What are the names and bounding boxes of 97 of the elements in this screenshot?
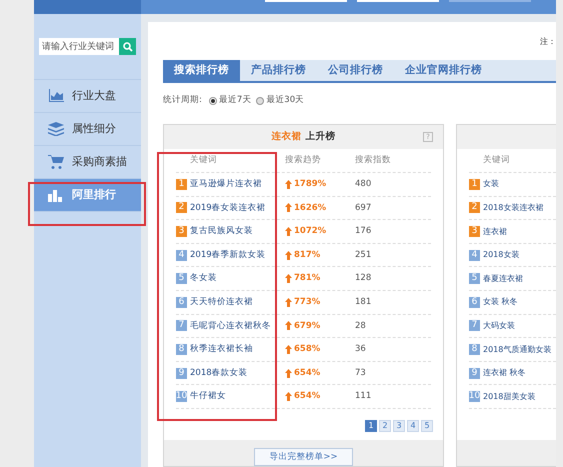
index-value: 697: [355, 202, 372, 214]
index-value: 73: [355, 366, 366, 380]
tab[interactable]: 搜索排行榜: [163, 60, 240, 82]
trend-value: 679%: [294, 320, 320, 332]
index-value: 480: [355, 178, 372, 191]
up-arrow-icon: [285, 203, 292, 212]
search-icon: [122, 42, 132, 52]
rank-badge: 6: [176, 296, 187, 308]
tab[interactable]: 公司排行榜: [317, 60, 394, 82]
rank-badge: 1: [469, 178, 480, 190]
trend-value: 1072%: [294, 225, 326, 238]
rank-badge: 8: [176, 344, 187, 356]
rank-badge: 10: [176, 391, 187, 402]
trend-value: 773%: [294, 296, 320, 309]
chart-icon: [48, 89, 64, 104]
trend-value: 781%: [294, 272, 320, 286]
column-header: 搜索趋势: [285, 154, 322, 167]
up-arrow-icon: [285, 345, 292, 354]
keyword-link[interactable]: 复古民族风女装: [190, 225, 253, 238]
index-value: 128: [355, 272, 372, 286]
up-arrow-icon: [285, 392, 292, 402]
keyword-link[interactable]: 连衣裙 秋冬: [483, 367, 526, 380]
up-arrow-icon: [285, 298, 292, 307]
keyword-link[interactable]: 2018女装: [483, 249, 520, 262]
rank-badge: 9: [176, 368, 187, 379]
trend-value: 658%: [294, 343, 320, 356]
layers-icon: [48, 122, 64, 136]
rank-badge: 4: [176, 250, 187, 261]
page-button[interactable]: 5: [421, 420, 433, 432]
rank-badge: 2: [469, 202, 480, 214]
up-arrow-icon: [285, 368, 292, 378]
up-arrow-icon: [285, 180, 292, 189]
trend-value: 654%: [294, 366, 320, 380]
rank-badge: 7: [176, 320, 187, 332]
keyword-link[interactable]: 连衣裙: [483, 226, 507, 238]
keyword-link[interactable]: 秋季连衣裙长袖: [190, 343, 253, 356]
keyword-link[interactable]: 2018甜美女装: [483, 390, 536, 403]
keyword-link[interactable]: 女装: [483, 178, 499, 190]
card-category: 连衣裙: [272, 130, 302, 144]
keyword-link[interactable]: 春夏连衣裙: [483, 272, 523, 285]
bar-chart-icon: [48, 188, 64, 202]
rank-badge: 4: [469, 250, 480, 261]
rank-badge: 10: [469, 391, 480, 402]
rank-badge: 1: [176, 178, 187, 190]
page-button[interactable]: 2: [379, 420, 391, 432]
up-arrow-icon: [285, 227, 292, 236]
rank-badge: 9: [469, 368, 480, 379]
column-header: 关键词: [482, 154, 510, 167]
index-value: 181: [355, 296, 372, 309]
trend-value: 817%: [294, 248, 320, 262]
keyword-link[interactable]: 2018气质通勤女装: [483, 344, 552, 356]
keyword-link[interactable]: 毛呢背心连衣裙秋冬: [190, 320, 271, 332]
index-value: 111: [355, 390, 372, 404]
tab[interactable]: 企业官网排行榜: [394, 60, 493, 82]
up-arrow-icon: [285, 321, 292, 330]
keyword-link[interactable]: 2018女装连衣裙: [483, 202, 544, 214]
export-button[interactable]: 导出完整榜单>>: [254, 448, 353, 466]
period-radio[interactable]: 最近7天: [208, 94, 252, 108]
keyword-link[interactable]: 亚马逊爆片连衣裙: [190, 178, 262, 191]
keyword-link[interactable]: 2019春季新款女装: [190, 248, 266, 262]
page-button[interactable]: 1: [365, 420, 377, 432]
index-value: 176: [355, 225, 372, 238]
card-title: 上升榜: [306, 130, 336, 144]
trend-value: 654%: [294, 390, 320, 404]
trend-value: 1789%: [294, 178, 326, 191]
period-label: 统计周期:: [163, 94, 202, 108]
page-button[interactable]: 3: [393, 420, 405, 432]
rank-badge: 8: [469, 344, 480, 356]
keyword-link[interactable]: 2019春女装连衣裙: [190, 202, 266, 214]
rank-badge: 6: [469, 296, 480, 308]
keyword-link[interactable]: 牛仔裙女: [190, 390, 226, 404]
up-arrow-icon: [285, 274, 292, 284]
rank-badge: 7: [469, 320, 480, 332]
rank-badge: 5: [176, 273, 187, 284]
index-value: 36: [355, 343, 366, 356]
period-radio[interactable]: 最近30天: [256, 94, 304, 108]
keyword-link[interactable]: 冬女装: [190, 272, 217, 286]
cart-icon: [48, 155, 64, 170]
rank-badge: 3: [176, 226, 187, 238]
rank-badge: 3: [469, 226, 480, 238]
index-value: 28: [355, 320, 366, 332]
index-value: 251: [355, 248, 372, 262]
note-label: 注：: [540, 36, 556, 48]
column-header: 搜索指数: [355, 154, 392, 167]
rank-badge: 5: [469, 273, 480, 284]
keyword-link[interactable]: 天天特价连衣裙: [190, 296, 253, 309]
search-button[interactable]: [119, 38, 136, 56]
keyword-link[interactable]: 2018春款女装: [190, 366, 248, 380]
up-arrow-icon: [285, 250, 292, 260]
search-field[interactable]: 请输入行业关键词: [39, 38, 119, 56]
column-header: 关键词: [189, 154, 218, 167]
rank-badge: 2: [176, 202, 187, 214]
keyword-link[interactable]: 大码女装: [483, 320, 515, 332]
page-button[interactable]: 4: [407, 420, 419, 432]
trend-value: 1626%: [294, 202, 326, 214]
tab[interactable]: 产品排行榜: [240, 60, 317, 82]
keyword-link[interactable]: 女装 秋冬: [483, 296, 518, 308]
